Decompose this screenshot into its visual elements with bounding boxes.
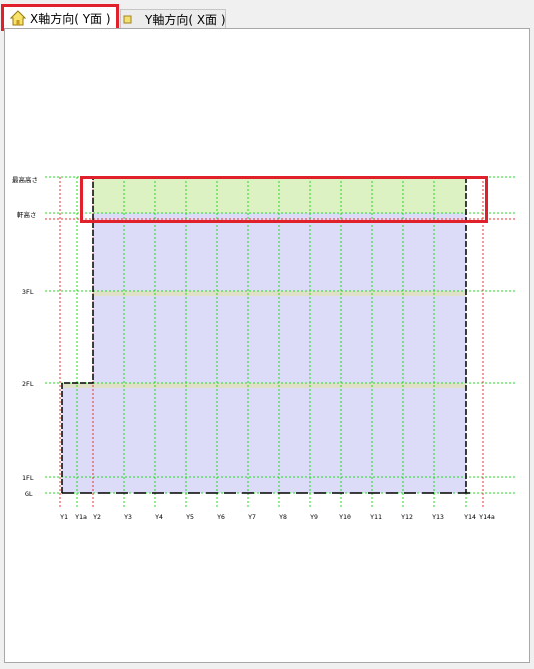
level-label-eave-height: 軒高さ — [17, 211, 37, 219]
tab-y-direction-label: Y軸方向( X面 ) — [145, 13, 226, 27]
grid-label-y14: Y14 — [464, 513, 476, 521]
level-label-1fl: 1FL — [22, 474, 34, 482]
level-label-2fl: 2FL — [22, 380, 34, 388]
grid-label-y11: Y11 — [370, 513, 382, 521]
floor-band-2fl — [62, 383, 466, 388]
tab-y-direction[interactable]: Y軸方向( X面 ) — [120, 9, 226, 29]
grid-label-y8: Y8 — [279, 513, 287, 521]
grid-label-y13: Y13 — [432, 513, 444, 521]
grid-label-y14a: Y14a — [479, 513, 495, 521]
tab-x-direction-label: X軸方向( Y面 ) — [30, 11, 111, 26]
grid-label-y6: Y6 — [217, 513, 225, 521]
grid-label-y1a: Y1a — [75, 513, 87, 521]
grid-label-y12: Y12 — [401, 513, 413, 521]
grid-label-y10: Y10 — [339, 513, 351, 521]
elevation-drawing — [45, 176, 517, 507]
level-label-3fl: 3FL — [22, 288, 34, 296]
elevation-panel: 最高高さ 軒高さ 3FL 2FL 1FL GL Y1 Y1a Y2 Y3 Y4 … — [4, 28, 530, 663]
grid-label-y9: Y9 — [310, 513, 318, 521]
tab-x-direction[interactable]: X軸方向( Y面 ) — [3, 6, 119, 29]
grid-label-y1: Y1 — [60, 513, 68, 521]
level-label-max-height: 最高高さ — [12, 176, 38, 184]
grid-label-y7: Y7 — [248, 513, 256, 521]
square-icon — [123, 15, 133, 25]
grid-label-y3: Y3 — [124, 513, 132, 521]
level-label-gl: GL — [25, 490, 33, 498]
grid-label-y4: Y4 — [155, 513, 163, 521]
home-icon — [10, 10, 26, 26]
grid-label-y5: Y5 — [186, 513, 194, 521]
grid-label-y2: Y2 — [93, 513, 101, 521]
